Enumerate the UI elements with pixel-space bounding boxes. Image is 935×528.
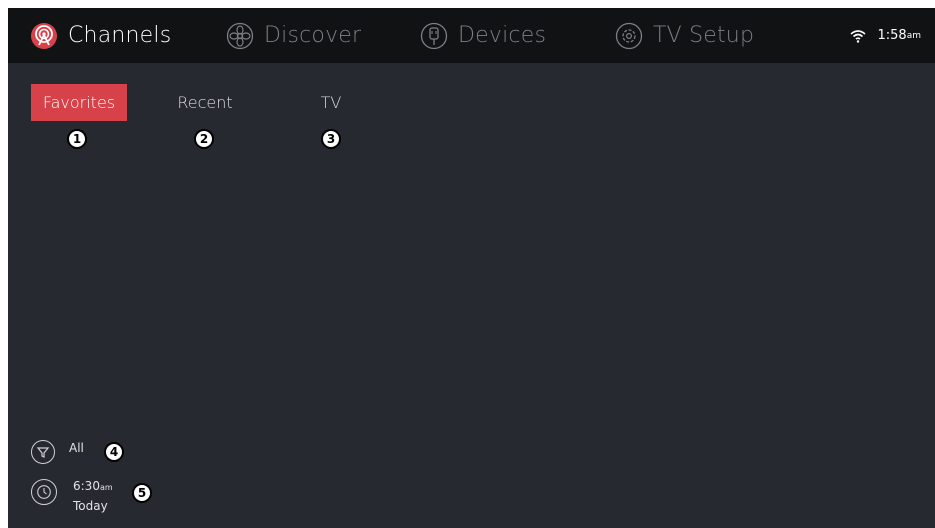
clock-time: 1:58 [877,28,907,43]
nav-label-channels: Channels [68,23,172,48]
nav-item-discover[interactable]: Discover [226,8,361,63]
schedule-day: Today [73,499,108,513]
filter-control[interactable]: All [31,440,84,464]
nav-item-devices[interactable]: Devices [420,8,546,63]
discover-flower-icon [226,22,254,49]
schedule-time: 6:30 [73,479,100,493]
callout-marker-2: 2 [194,129,214,149]
callout-marker-5: 5 [132,483,152,503]
channels-broadcast-icon [31,22,57,49]
callout-marker-4: 4 [104,442,124,462]
tab-tv[interactable]: TV [313,84,349,121]
status-area: 1:58 am [849,8,921,63]
tv-setup-gear-icon [615,22,643,49]
nav-item-tv-setup[interactable]: TV Setup [615,8,754,63]
schedule-ampm: am [99,483,113,492]
schedule-time-line: 6:30am [73,477,113,497]
nav-label-discover: Discover [264,23,362,48]
callout-marker-3: 3 [321,129,341,149]
clock-icon [31,479,57,505]
tab-label-tv: TV [320,93,342,112]
clock-ampm: am [906,30,921,41]
top-nav-bar: Channels Discover Devices TV Setup 1:58 … [8,8,935,63]
nav-label-devices: Devices [458,23,547,48]
devices-plug-icon [420,22,448,49]
nav-item-channels[interactable]: Channels [30,8,171,63]
callout-marker-1: 1 [67,129,87,149]
filter-label: All [69,441,84,455]
tab-label-recent: Recent [177,93,233,112]
tab-label-favorites: Favorites [42,93,116,112]
tv-screen: Channels Discover Devices TV Setup 1:58 … [8,8,935,528]
wifi-icon [849,29,866,43]
funnel-filter-icon [31,440,55,464]
tab-recent[interactable]: Recent [167,84,243,121]
tab-favorites[interactable]: Favorites [31,84,127,121]
nav-label-tv-setup: TV Setup [653,23,755,48]
schedule-time-control[interactable]: 6:30am Today [31,477,113,515]
schedule-time-text: 6:30am Today [73,477,113,515]
